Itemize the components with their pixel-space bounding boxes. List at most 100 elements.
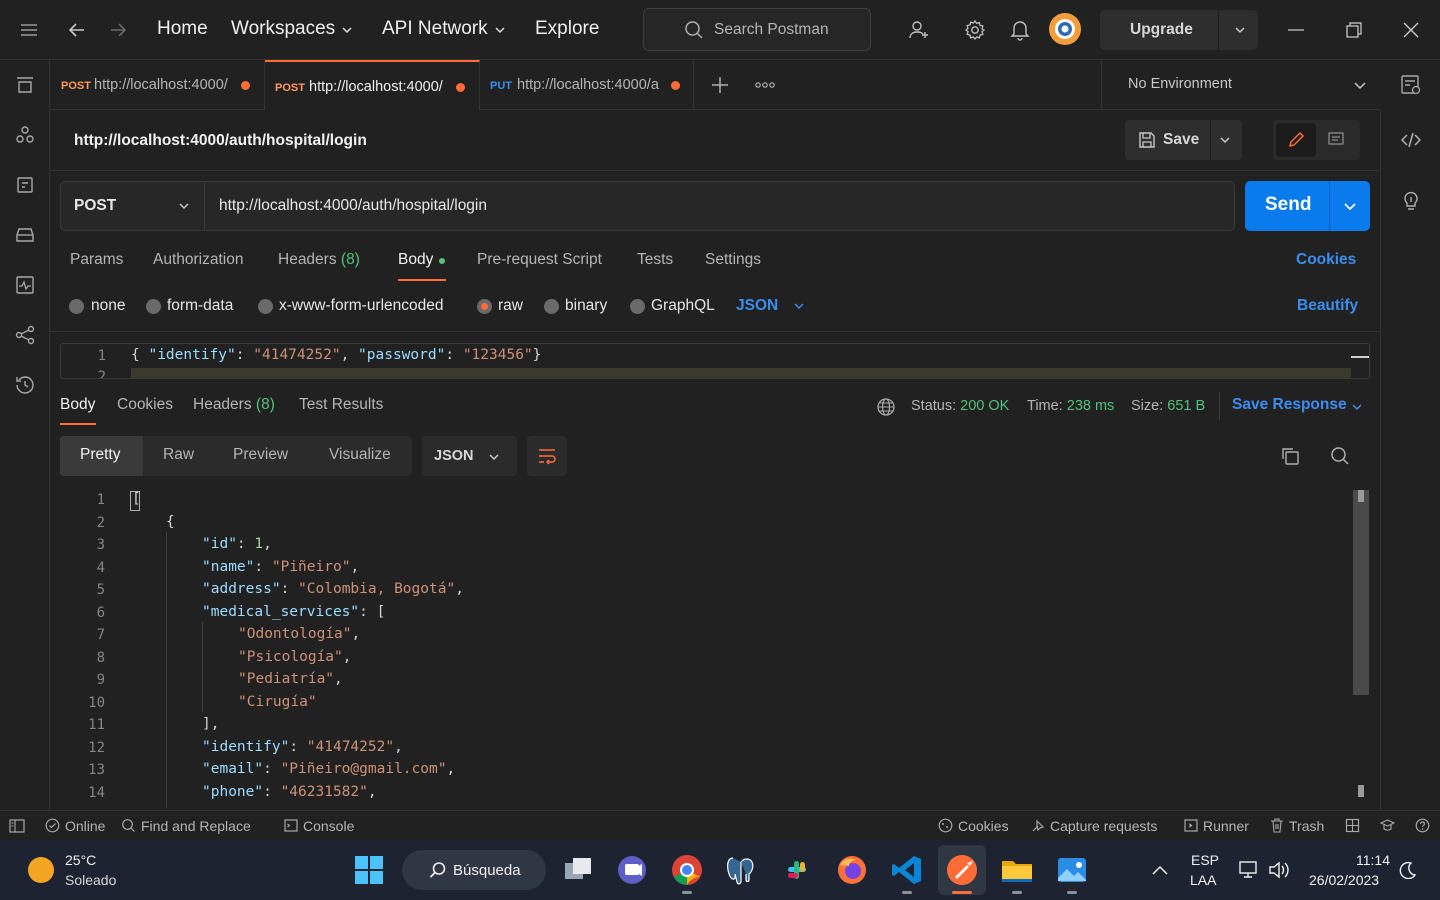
volume-icon[interactable] [1268,860,1290,880]
upgrade-button[interactable]: Upgrade [1100,10,1258,50]
method-select[interactable]: POST [61,182,205,230]
view-preview[interactable]: Preview [233,446,288,464]
clock-date[interactable]: 26/02/2023 [1309,872,1379,888]
cookies-button[interactable]: Cookies [958,818,1009,834]
environments-icon[interactable] [13,173,37,197]
task-view-icon[interactable] [561,853,595,887]
response-tab-headers[interactable]: Headers (8) [193,396,275,414]
radio-form-data[interactable] [146,299,161,314]
search-icon[interactable] [1330,446,1350,466]
close-icon[interactable] [1401,20,1421,40]
tab-params[interactable]: Params [70,251,123,269]
weather-temperature[interactable]: 25°C [65,852,96,868]
monitors-icon[interactable] [13,273,37,297]
comment-icon[interactable] [1327,131,1345,149]
firefox-icon[interactable] [835,853,869,887]
vscode-icon[interactable] [890,853,924,887]
clock-time[interactable]: 11:14 [1356,852,1390,868]
send-button[interactable]: Send [1245,181,1370,231]
gear-icon[interactable] [964,19,986,41]
chevron-down-icon[interactable] [1343,199,1357,213]
pgadmin-icon[interactable] [724,853,758,887]
collections-icon[interactable] [13,73,37,97]
request-body-editor[interactable]: 1 2 { "identify": "41474252", "password"… [60,343,1370,379]
request-title[interactable]: http://localhost:4000/auth/hospital/logi… [74,132,367,150]
file-explorer-icon[interactable] [1000,853,1034,887]
keyboard-layout-indicator[interactable]: LAA [1190,872,1216,888]
response-tab-cookies[interactable]: Cookies [117,396,173,414]
code-icon[interactable] [1399,128,1423,152]
response-size[interactable]: Size: 651 B [1131,398,1205,414]
radio-urlencoded[interactable] [258,299,273,314]
mock-servers-icon[interactable] [13,223,37,247]
apis-icon[interactable] [13,123,37,147]
tab-tests[interactable]: Tests [637,251,673,269]
online-status[interactable]: Online [65,818,105,834]
moon-icon[interactable] [1399,861,1417,879]
toggle-sidebar-icon[interactable] [9,819,25,833]
response-status[interactable]: Status: 200 OK [911,398,1009,414]
find-and-replace[interactable]: Find and Replace [141,818,251,834]
flows-icon[interactable] [13,323,37,347]
response-time[interactable]: Time: 238 ms [1027,398,1114,414]
environment-selector[interactable]: No Environment [1101,60,1380,110]
response-tab-test-results[interactable]: Test Results [299,396,383,414]
weather-sun-icon[interactable] [28,857,54,883]
url-input[interactable]: http://localhost:4000/auth/hospital/logi… [219,197,487,215]
network-icon[interactable] [1238,860,1260,880]
chevron-down-icon[interactable] [793,300,805,312]
environment-quick-look-icon[interactable] [1399,73,1423,97]
tab-headers[interactable]: Headers (8) [278,251,360,269]
two-pane-icon[interactable] [1345,818,1360,833]
slack-icon[interactable] [780,853,814,887]
response-format-select[interactable]: JSON [422,436,517,476]
chevron-down-icon[interactable] [1351,401,1363,413]
forward-icon[interactable] [108,20,128,40]
postman-icon[interactable] [945,853,979,887]
tab-prerequest-script[interactable]: Pre-request Script [477,251,602,269]
editor-resize-handle[interactable] [1351,356,1369,358]
teams-chat-icon[interactable] [615,853,649,887]
language-indicator[interactable]: ESP [1191,852,1219,868]
taskbar-search[interactable]: Búsqueda [402,850,546,890]
response-tab-body[interactable]: Body [60,396,95,414]
wrap-lines-button[interactable] [527,436,567,476]
weather-description[interactable]: Soleado [65,872,116,888]
chevron-down-icon[interactable] [494,24,506,36]
restore-icon[interactable] [1344,20,1364,40]
history-icon[interactable] [13,373,37,397]
copy-icon[interactable] [1280,446,1300,466]
view-raw[interactable]: Raw [163,446,194,464]
radio-graphql[interactable] [630,299,645,314]
radio-raw-selected[interactable] [477,299,492,314]
nav-api-network[interactable]: API Network [382,18,488,40]
view-visualize[interactable]: Visualize [329,446,391,464]
help-icon[interactable] [1415,818,1430,833]
photos-icon[interactable] [1055,853,1089,887]
chrome-icon[interactable] [670,853,704,887]
runner-button[interactable]: Runner [1203,818,1249,834]
invite-user-icon[interactable] [908,19,930,41]
body-format-select[interactable]: JSON [736,297,778,315]
tab-authorization[interactable]: Authorization [153,251,243,269]
request-tab[interactable]: PUT http://localhost:4000/a [480,60,694,110]
capture-requests-button[interactable]: Capture requests [1050,818,1157,834]
globe-icon[interactable] [876,397,896,417]
request-tab-active[interactable]: POST http://localhost:4000/ [265,60,480,110]
menu-icon[interactable] [19,20,39,40]
response-body-code[interactable]: 1 2 3 4 5 6 7 8 9 10 11 12 13 14 [ { "id… [50,488,1380,808]
radio-none[interactable] [69,299,84,314]
bootcamp-icon[interactable] [1380,818,1395,833]
chevron-down-icon[interactable] [1234,24,1246,36]
bell-icon[interactable] [1010,19,1030,41]
nav-home[interactable]: Home [157,18,208,40]
windows-start-icon[interactable] [354,855,384,885]
chevron-up-icon[interactable] [1151,863,1169,877]
more-tabs-icon[interactable] [755,78,775,92]
scrollbar-thumb[interactable] [1353,490,1369,695]
lightbulb-icon[interactable] [1399,188,1423,212]
search-box[interactable]: Search Postman [643,8,871,51]
nav-explore[interactable]: Explore [535,18,599,40]
radio-binary[interactable] [544,299,559,314]
request-tab[interactable]: POST http://localhost:4000/ [50,60,265,110]
